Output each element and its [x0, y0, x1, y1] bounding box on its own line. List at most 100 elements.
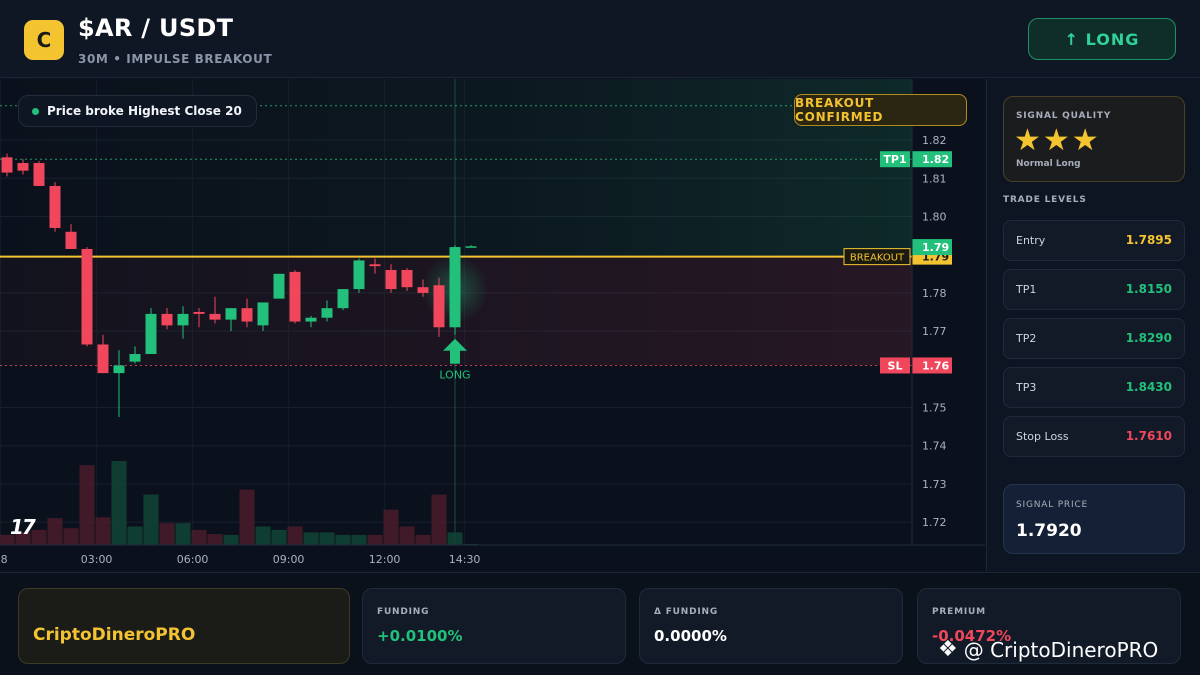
- level-value: 1.8150: [1125, 282, 1172, 296]
- status-dot: [32, 108, 39, 115]
- time-tick-label: 06:00: [177, 553, 209, 566]
- breakout-confirmed-badge: BREAKOUT CONFIRMED: [794, 94, 967, 126]
- stat-label: FUNDING: [377, 607, 430, 617]
- header: C $AR / USDT 30M • IMPULSE BREAKOUT ↑ LO…: [0, 0, 1200, 78]
- time-tick-label: 18: [0, 553, 8, 566]
- price-tick-label: 1.78: [922, 287, 947, 300]
- candle-body: [273, 273, 285, 299]
- app-logo: C: [24, 20, 64, 60]
- candle-body: [49, 185, 61, 228]
- volume-bar: [319, 532, 335, 545]
- time-tick-label: 09:00: [273, 553, 305, 566]
- level-value-tag: 1.82: [922, 153, 949, 166]
- volume-bar: [207, 534, 223, 545]
- candle-body: [321, 308, 333, 318]
- volume-bar: [303, 532, 319, 545]
- brand-card: CriptoDineroPRO: [18, 588, 350, 664]
- candle-body: [97, 344, 109, 374]
- level-value: 1.8430: [1125, 380, 1172, 394]
- level-name-tag: BREAKOUT: [850, 253, 905, 264]
- candle-body: [353, 260, 365, 290]
- signal-price-card: SIGNAL PRICE 1.7920: [1003, 484, 1185, 554]
- volume-bar: [383, 509, 399, 545]
- volume-bar: [287, 526, 303, 545]
- level-row-entry: Entry 1.7895: [1003, 220, 1185, 261]
- candle-body: [33, 163, 45, 186]
- volume-bar: [431, 494, 447, 545]
- level-label: TP2: [1016, 332, 1037, 345]
- level-row-tp1: TP1 1.8150: [1003, 269, 1185, 310]
- volume-bar: [239, 489, 255, 545]
- candle-body: [65, 231, 77, 249]
- signal-quality-card: SIGNAL QUALITY ★★★ Normal Long: [1003, 96, 1185, 182]
- time-axis: 18 03:00 06:00 09:00 12:00 14:30: [0, 544, 985, 566]
- volume-bar: [335, 534, 351, 545]
- price-tick-label: 1.77: [922, 325, 947, 338]
- long-button[interactable]: ↑ LONG: [1028, 18, 1176, 60]
- candle-body: [289, 271, 301, 322]
- condition-text: Price broke Highest Close 20: [47, 104, 242, 118]
- level-row-tp2: TP2 1.8290: [1003, 318, 1185, 359]
- candle-body: [417, 287, 429, 293]
- candle-body: [305, 317, 317, 322]
- stat-label: PREMIUM: [932, 607, 986, 617]
- candle-body: [241, 308, 253, 322]
- volume-bar: [367, 534, 383, 545]
- volume-bar: [47, 518, 63, 545]
- volume-bar: [255, 526, 271, 545]
- candle-body: [81, 248, 93, 345]
- candle-body: [257, 302, 269, 326]
- price-axis: 1.82 1.81 1.80 1.78 1.77 1.75 1.74 1.73 1.72: [911, 79, 947, 545]
- long-marker-label: LONG: [439, 369, 470, 382]
- footer: CriptoDineroPRO FUNDING +0.0100% Δ FUNDI…: [0, 572, 1200, 675]
- price-tick-label: 1.82: [922, 134, 947, 147]
- pair-title: $AR / USDT: [78, 14, 234, 42]
- timeframe-subtitle: 30M • IMPULSE BREAKOUT: [78, 52, 273, 66]
- price-chart[interactable]: 1.83TP21.82TP11.79BREAKOUT1.76SL1.79 1.8…: [0, 79, 985, 571]
- volume-bar: [159, 523, 175, 545]
- volume-bar: [223, 534, 239, 545]
- price-tick-label: 1.80: [922, 211, 947, 224]
- watermark-text: @ CriptoDineroPRO: [963, 637, 1159, 662]
- candle-body: [129, 354, 141, 362]
- price-tick-label: 1.72: [922, 516, 947, 529]
- chart-canvas[interactable]: 1.83TP21.82TP11.79BREAKOUT1.76SL1.79 1.8…: [0, 79, 985, 571]
- level-row-tp3: TP3 1.8430: [1003, 367, 1185, 408]
- candle-body: [369, 264, 381, 267]
- volume-bar: [127, 526, 143, 545]
- signal-price-value: 1.7920: [1016, 521, 1082, 541]
- volume-bar: [447, 532, 463, 545]
- candle-body: [161, 313, 173, 326]
- candle-body: [17, 163, 29, 171]
- volume-bar: [351, 534, 367, 545]
- volume-bar: [271, 529, 287, 545]
- candle-body: [193, 312, 205, 314]
- volume-bar: [79, 465, 95, 545]
- signal-quality-title: SIGNAL QUALITY: [1016, 111, 1112, 121]
- level-label: Entry: [1016, 234, 1046, 247]
- candle-body: [113, 365, 125, 374]
- stat-value: 0.0000%: [654, 627, 727, 645]
- time-tick-label: 14:30: [449, 553, 481, 566]
- level-value: 1.8290: [1125, 331, 1172, 345]
- level-value: 1.7610: [1125, 429, 1172, 443]
- signal-quality-label: Normal Long: [1016, 159, 1081, 169]
- candle-body: [177, 313, 189, 326]
- delta-funding-card: Δ FUNDING 0.0000%: [639, 588, 903, 664]
- candle-body: [385, 269, 397, 290]
- candle-body: [209, 313, 221, 320]
- tradingview-logo: 17: [10, 515, 36, 539]
- level-value: 1.7895: [1125, 233, 1172, 247]
- time-tick-label: 03:00: [81, 553, 113, 566]
- level-name-tag: TP1: [883, 153, 906, 166]
- volume-bar: [95, 517, 111, 545]
- volume-bar: [143, 494, 159, 545]
- last-price-tag: 1.79: [922, 241, 949, 254]
- level-label: Stop Loss: [1016, 430, 1069, 443]
- level-row-stop-loss: Stop Loss 1.7610: [1003, 416, 1185, 457]
- stat-value: +0.0100%: [377, 627, 463, 645]
- signal-price-title: SIGNAL PRICE: [1016, 500, 1089, 510]
- volume-bar: [191, 529, 207, 545]
- condition-legend: Price broke Highest Close 20: [18, 95, 257, 127]
- volume-bars: [0, 461, 479, 545]
